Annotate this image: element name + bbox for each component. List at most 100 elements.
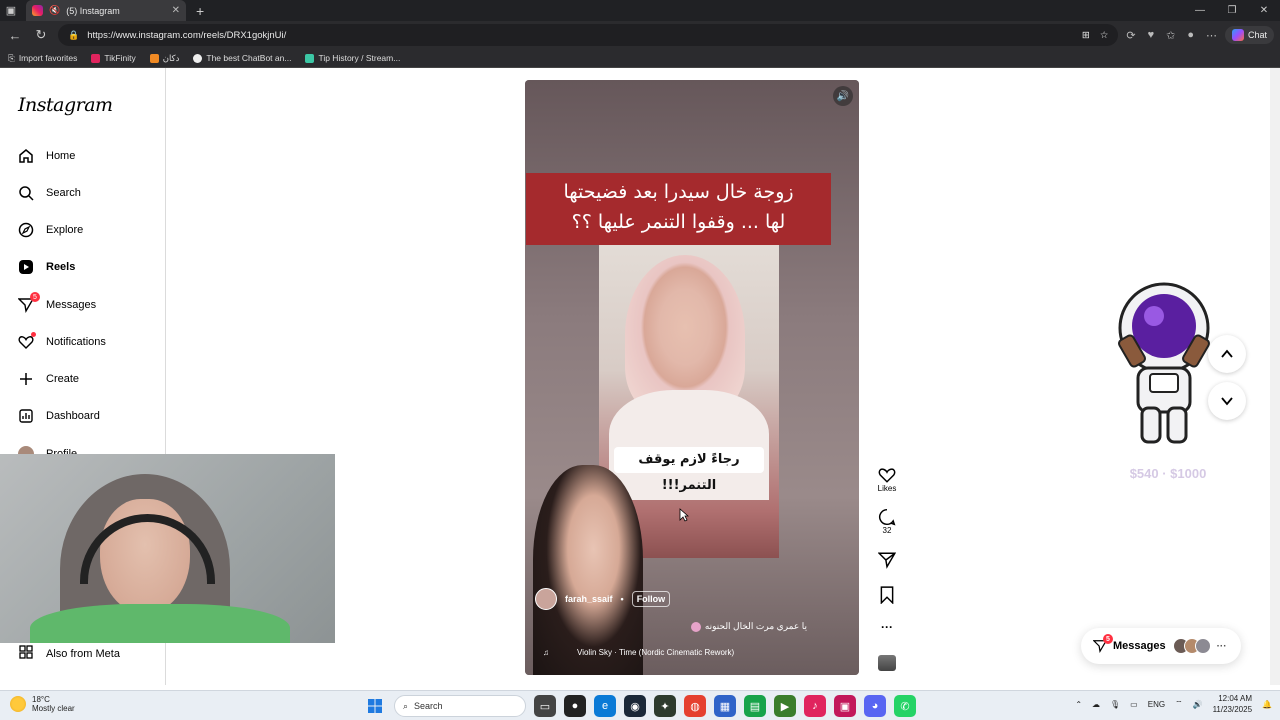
mute-tab-icon[interactable]: 🔇 [49, 5, 60, 16]
maximize-icon[interactable]: ❐ [1216, 5, 1248, 16]
browser-tab[interactable]: 🔇 (5) Instagram ✕ [26, 0, 186, 21]
clock[interactable]: 12:04 AM 11/23/2025 [1213, 693, 1252, 715]
streaming-app-icon[interactable]: ▣ [834, 695, 856, 717]
sidebar-item-notifications[interactable]: Notifications [18, 332, 106, 352]
audio-thumbnail[interactable] [877, 655, 897, 671]
shop-icon [149, 53, 159, 63]
like-button[interactable]: Likes [877, 466, 897, 493]
messages-drawer-button[interactable]: 5 Messages ··· [1081, 628, 1241, 664]
next-reel-button[interactable] [1208, 382, 1246, 420]
profile-icon[interactable]: ● [1187, 29, 1194, 41]
instagram-logo[interactable]: Instagram [18, 94, 113, 116]
task-view-icon[interactable]: ▭ [534, 695, 556, 717]
steam-icon[interactable]: ◉ [624, 695, 646, 717]
messenger-icon: 5 [1092, 634, 1113, 654]
bookmark-tikfinity[interactable]: TikFinity [91, 53, 136, 63]
weather-widget[interactable]: 18°C Mostly clear [10, 695, 75, 713]
separator-dot: • [620, 594, 624, 604]
site-info-icon[interactable]: 🔒 [68, 30, 79, 41]
wifi-icon[interactable]: ⌔ [1175, 699, 1183, 709]
share-button[interactable] [877, 551, 897, 569]
home-icon [18, 148, 34, 164]
bookmark-chatbot[interactable]: The best ChatBot an... [193, 53, 291, 63]
xbox-icon[interactable]: ✦ [654, 695, 676, 717]
music-note-icon: ♫ [543, 648, 549, 657]
bookmarks-bar: ⎘ Import favorites TikFinity دكان The be… [0, 49, 1280, 68]
more-menu-icon[interactable]: ⋯ [1206, 29, 1217, 42]
page-scrollbar[interactable] [1270, 68, 1280, 685]
comment-button[interactable]: 32 [877, 508, 897, 535]
also-from-meta[interactable]: Also from Meta [18, 644, 120, 663]
github-icon[interactable]: ● [564, 695, 586, 717]
more-options-icon[interactable]: ··· [877, 620, 897, 634]
previous-reel-button[interactable] [1208, 335, 1246, 373]
sidebar-item-messages[interactable]: 5 Messages [18, 292, 96, 315]
author-username[interactable]: farah_ssaif [565, 594, 613, 604]
bookmark-tip-history[interactable]: Tip History / Stream... [305, 53, 400, 63]
sidebar-item-label: Search [46, 187, 81, 199]
bookmark-label: دكان [162, 52, 180, 63]
sidebar-item-create[interactable]: Create [18, 369, 79, 389]
nvidia-icon[interactable]: ▶ [774, 695, 796, 717]
back-icon[interactable]: ← [6, 28, 24, 43]
address-bar: ← ↻ 🔒 https://www.instagram.com/reels/DR… [0, 21, 1280, 49]
window-menu-icon[interactable]: ▣ [0, 0, 22, 21]
minimize-icon[interactable]: — [1184, 5, 1216, 16]
discord-icon[interactable]: ◕ [864, 695, 886, 717]
tiktok-icon[interactable]: ♪ [804, 695, 826, 717]
sidebar-item-dashboard[interactable]: Dashboard [18, 406, 100, 426]
sidebar-item-home[interactable]: Home [18, 146, 75, 166]
app-icon[interactable]: ▤ [744, 695, 766, 717]
sidebar-item-explore[interactable]: Explore [18, 220, 83, 240]
start-icon[interactable] [364, 695, 386, 717]
chat-label: Chat [1247, 30, 1267, 40]
copilot-chat-button[interactable]: Chat [1224, 26, 1274, 44]
new-tab-icon[interactable]: + [196, 3, 204, 19]
creator-image [533, 465, 643, 675]
app-available-icon[interactable]: ⊞ [1082, 30, 1090, 41]
tip-icon [305, 53, 315, 63]
performance-icon[interactable]: ♥ [1148, 29, 1155, 41]
comment-icon [879, 508, 896, 526]
tab-close-icon[interactable]: ✕ [172, 5, 180, 16]
favorite-star-icon[interactable]: ☆ [1100, 30, 1109, 41]
favorites-icon[interactable]: ✩ [1166, 29, 1175, 42]
bookmark-dukkan[interactable]: دكان [149, 52, 180, 64]
plus-icon [18, 371, 34, 387]
sidebar-item-reels[interactable]: Reels [18, 257, 75, 277]
sidebar-item-label: Create [46, 373, 80, 385]
url-text: https://www.instagram.com/reels/DRX1gokj… [87, 29, 287, 41]
volume-icon[interactable]: 🔊 [1193, 700, 1203, 709]
microphone-icon[interactable]: 🎙 [1110, 700, 1120, 709]
notifications-icon[interactable]: 🔔 [1262, 700, 1272, 709]
onedrive-icon[interactable]: ☁ [1092, 700, 1100, 709]
chrome-icon[interactable]: ◍ [684, 695, 706, 717]
language-indicator[interactable]: ENG [1148, 700, 1165, 709]
sound-toggle-icon[interactable]: 🔊 [833, 86, 853, 106]
edge-icon[interactable]: e [594, 695, 616, 717]
likes-label: Likes [877, 484, 897, 493]
browser-tab-bar: ▣ 🔇 (5) Instagram ✕ + — ❐ ✕ [0, 0, 1280, 21]
clock-time: 12:04 AM [1218, 694, 1253, 703]
store-icon[interactable]: ▦ [714, 695, 736, 717]
bookmark-import-favorites[interactable]: ⎘ Import favorites [8, 53, 77, 64]
reel-description[interactable]: يا عمري مرت الخال الحنونه [690, 621, 807, 632]
audio-title: Violin Sky · Time (Nordic Cinematic Rewo… [577, 648, 735, 657]
sidebar-item-label: Home [46, 150, 76, 162]
show-hidden-icons[interactable]: ⌃ [1075, 700, 1082, 709]
reel-audio[interactable]: ♫ Violin Sky · Time (Nordic Cinematic Re… [543, 648, 803, 657]
sidebar-item-search[interactable]: Search [18, 183, 81, 203]
reel-video[interactable]: 🔊 زوجة خال سيدرا بعد فضيحتها لها ... وقف… [525, 80, 859, 675]
url-field[interactable]: 🔒 https://www.instagram.com/reels/DRX1go… [58, 24, 1119, 46]
follow-button[interactable]: Follow [631, 591, 671, 607]
refresh-icon[interactable]: ↻ [32, 27, 50, 43]
video-caption-band: زوجة خال سيدرا بعد فضيحتها لها ... وقفوا… [526, 173, 831, 245]
display-icon[interactable]: ▭ [1130, 700, 1138, 709]
author-avatar[interactable] [535, 588, 557, 610]
whatsapp-icon[interactable]: ✆ [894, 695, 916, 717]
extensions-icon[interactable]: ⟳ [1126, 29, 1135, 42]
save-button[interactable] [877, 586, 897, 604]
messages-badge: 5 [30, 292, 40, 302]
close-window-icon[interactable]: ✕ [1248, 5, 1280, 16]
taskbar-search[interactable]: ⌕ Search [394, 695, 526, 717]
